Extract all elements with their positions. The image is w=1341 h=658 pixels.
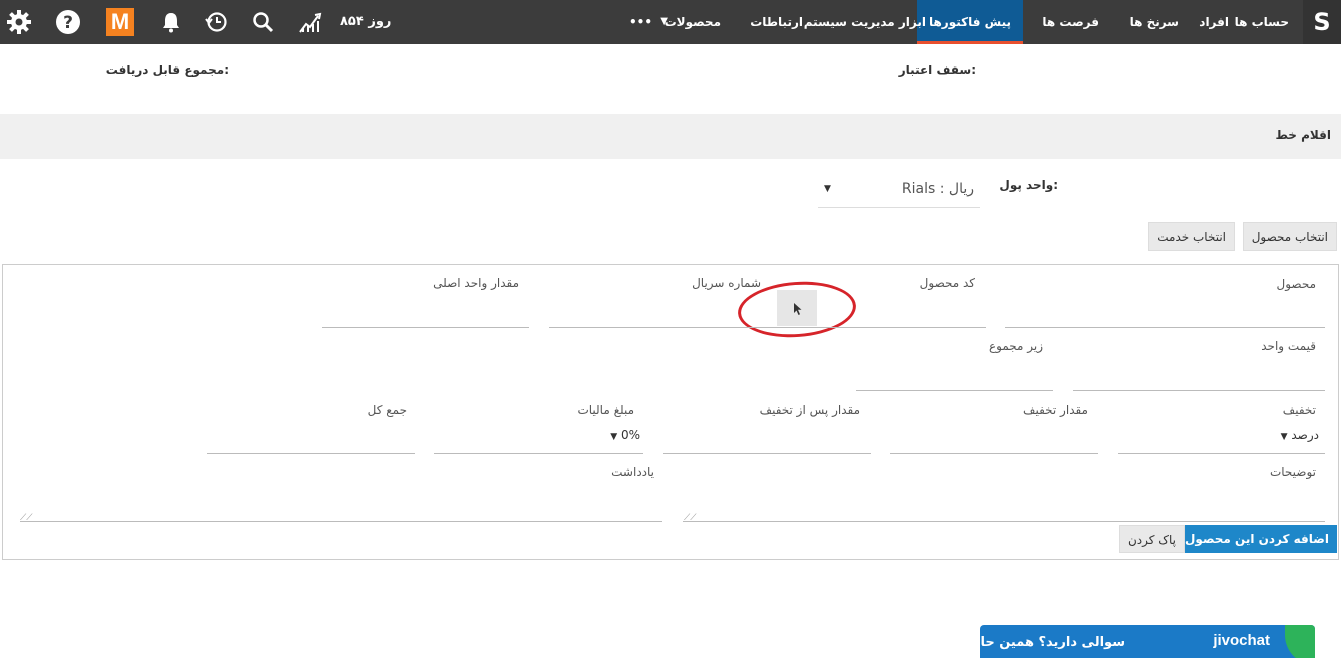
svg-text:?: ? bbox=[63, 13, 73, 33]
clear-button[interactable]: پاک کردن bbox=[1118, 525, 1185, 553]
note-textarea[interactable] bbox=[20, 521, 662, 522]
chat-leaf-icon bbox=[1285, 625, 1315, 658]
currency-select[interactable]: Rials : ریال ▼ bbox=[818, 175, 980, 208]
currency-label: واحد پول: bbox=[999, 178, 1058, 192]
chevron-down-icon: ▼ bbox=[610, 432, 618, 442]
discount-amount-label: مقدار تخفیف bbox=[1023, 403, 1088, 417]
trial-days-remaining: ۸۵۴ روز bbox=[340, 14, 392, 29]
app-logo[interactable]: S bbox=[1303, 0, 1341, 44]
nav-opportunities[interactable]: فرصت ها bbox=[1042, 0, 1099, 44]
nav-accounts[interactable]: حساب ها bbox=[1235, 0, 1289, 44]
chat-brand: jivochat bbox=[1213, 632, 1270, 649]
nav-more[interactable]: ••• bbox=[629, 0, 652, 44]
discount-type-select[interactable]: ▼ درصد bbox=[1281, 428, 1319, 442]
total-receivable-label: مجموع قابل دریافت: bbox=[105, 63, 229, 77]
help-icon[interactable]: ? bbox=[55, 9, 81, 35]
chevron-down-icon: ▼ bbox=[824, 184, 831, 194]
serial-number-label: شماره سریال bbox=[692, 276, 761, 290]
base-unit-quantity-label: مقدار واحد اصلی bbox=[433, 276, 519, 290]
chart-icon[interactable] bbox=[298, 9, 324, 35]
top-navigation-bar: S حساب ها افراد سرنخ ها فرصت ها پیش فاکت… bbox=[0, 0, 1341, 44]
line-items-header: اقلام خط bbox=[0, 114, 1341, 159]
description-textarea[interactable] bbox=[683, 521, 1325, 522]
tax-percent-value: 0% bbox=[620, 428, 640, 442]
select-service-button[interactable]: انتخاب خدمت bbox=[1148, 222, 1235, 251]
bell-icon[interactable] bbox=[158, 9, 184, 35]
tax-amount-input[interactable] bbox=[434, 453, 643, 454]
resize-handle-icon[interactable]: ⟋⟋ bbox=[684, 513, 697, 523]
subtotal-label: زیر مجموع bbox=[988, 339, 1043, 353]
currency-value: Rials : ریال bbox=[901, 181, 974, 197]
serial-number-input[interactable] bbox=[549, 327, 986, 328]
m-badge[interactable]: M bbox=[106, 8, 134, 36]
discount-amount-input[interactable] bbox=[890, 453, 1098, 454]
nav-leads[interactable]: سرنخ ها bbox=[1130, 0, 1179, 44]
tax-percent-select[interactable]: ▼ 0% bbox=[610, 428, 640, 442]
nav-quotes[interactable]: پیش فاکتورها bbox=[916, 0, 1023, 44]
discount-label: تخفیف bbox=[1282, 403, 1316, 417]
history-icon[interactable] bbox=[203, 9, 229, 35]
discount-type-value: درصد bbox=[1291, 428, 1319, 442]
chevron-down-icon: ▼ bbox=[1280, 432, 1288, 442]
resize-handle-icon[interactable]: ⟋⟋ bbox=[20, 513, 33, 523]
nav-communications[interactable]: ارتباطات bbox=[750, 0, 803, 44]
unit-price-label: قیمت واحد bbox=[1261, 339, 1316, 353]
search-icon[interactable] bbox=[250, 9, 276, 35]
line-items-title: اقلام خط bbox=[1275, 128, 1331, 142]
grand-total-label: جمع کل bbox=[367, 403, 407, 417]
credit-limit-label: سقف اعتبار: bbox=[898, 63, 976, 77]
product-input[interactable] bbox=[1005, 327, 1325, 328]
live-chat-widget[interactable]: سوالی دارید؟ همین حالا بپرسید jivochat bbox=[922, 625, 1315, 658]
grand-total-input[interactable] bbox=[207, 453, 415, 454]
line-item-form bbox=[2, 264, 1339, 560]
product-code-label: کد محصول bbox=[919, 276, 975, 290]
after-discount-input[interactable] bbox=[663, 453, 871, 454]
nav-system-admin-tools[interactable]: ابزار مدیریت سیستم bbox=[804, 0, 926, 44]
discount-input[interactable] bbox=[1118, 453, 1325, 454]
nav-products[interactable]: محصولات bbox=[665, 0, 721, 44]
description-label: توضیحات bbox=[1269, 465, 1316, 479]
note-label: یادداشت bbox=[611, 465, 654, 479]
gear-icon[interactable] bbox=[6, 9, 32, 35]
nav-contacts[interactable]: افراد bbox=[1199, 0, 1229, 44]
product-label: محصول bbox=[1276, 277, 1317, 291]
base-unit-quantity-input[interactable] bbox=[322, 327, 529, 328]
tax-amount-label: مبلغ مالیات bbox=[577, 403, 634, 417]
after-discount-label: مقدار پس از تخفیف bbox=[759, 403, 860, 417]
unit-price-input[interactable] bbox=[1073, 390, 1325, 391]
nav-more-caret[interactable]: ▼ bbox=[660, 0, 668, 44]
add-product-button[interactable]: اضافه کردن این محصول bbox=[1177, 525, 1337, 553]
chat-message: سوالی دارید؟ همین حالا بپرسید bbox=[922, 635, 1125, 650]
subtotal-input[interactable] bbox=[856, 390, 1053, 391]
select-product-button[interactable]: انتخاب محصول bbox=[1242, 222, 1337, 251]
